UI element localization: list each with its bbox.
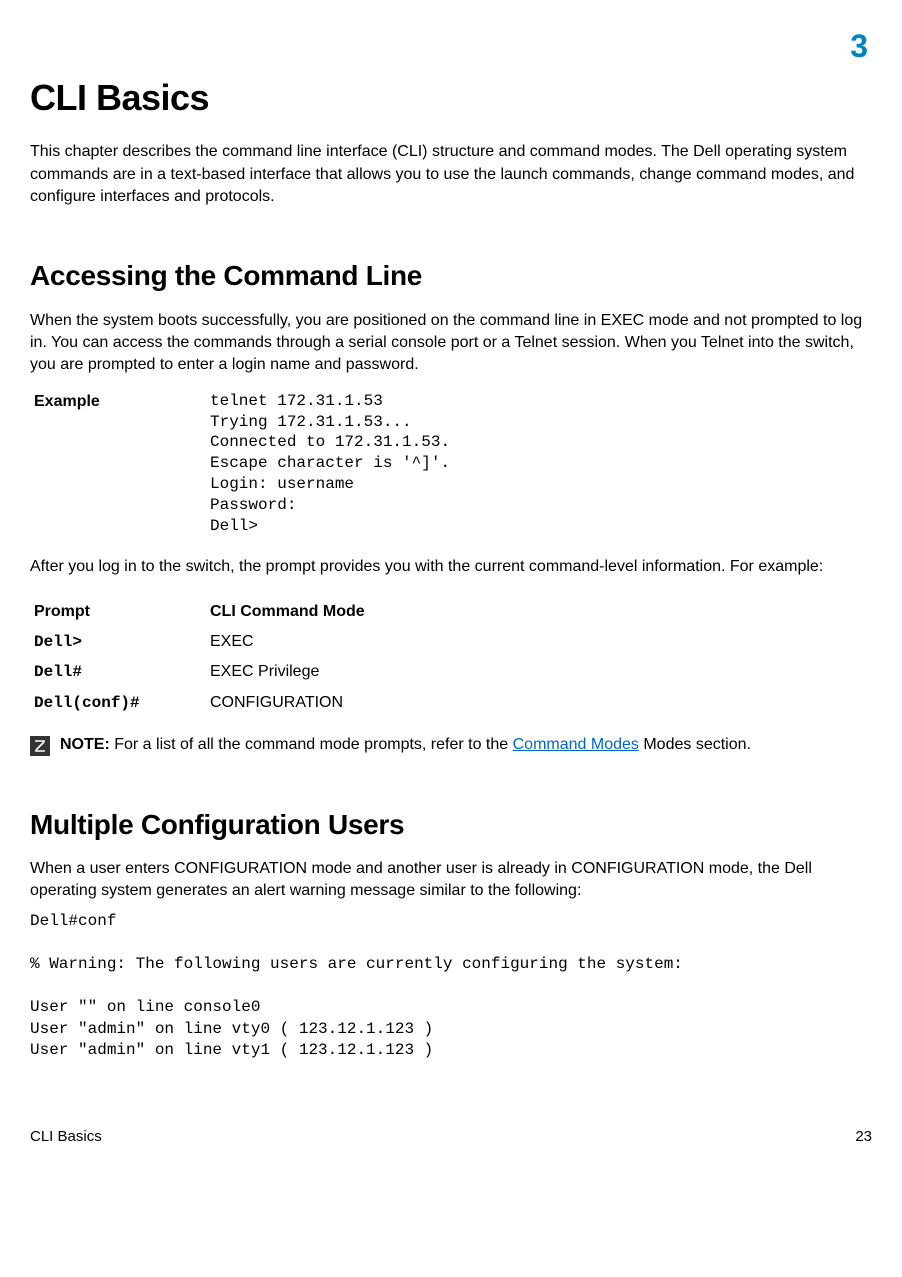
section1-para2: After you log in to the switch, the prom…	[30, 556, 872, 578]
table-header-mode: CLI Command Mode	[210, 601, 872, 623]
command-modes-link[interactable]: Command Modes	[513, 736, 639, 753]
prompt-cell: Dell(conf)#	[30, 692, 210, 714]
mode-cell: CONFIGURATION	[210, 692, 872, 714]
note-before-link: For a list of all the command mode promp…	[110, 736, 513, 753]
table-row: Dell(conf)# CONFIGURATION	[30, 688, 872, 718]
table-header-row: Prompt CLI Command Mode	[30, 597, 872, 627]
prompt-table: Prompt CLI Command Mode Dell> EXEC Dell#…	[30, 597, 872, 719]
table-row: Dell# EXEC Privilege	[30, 657, 872, 687]
footer-page-number: 23	[855, 1126, 872, 1147]
note-block: NOTE: For a list of all the command mode…	[30, 734, 872, 756]
config-users-code: Dell#conf % Warning: The following users…	[30, 911, 872, 1062]
section1-para1: When the system boots successfully, you …	[30, 310, 872, 377]
prompt-cell: Dell>	[30, 631, 210, 653]
note-label: NOTE:	[60, 736, 110, 753]
mode-cell: EXEC	[210, 631, 872, 653]
intro-paragraph: This chapter describes the command line …	[30, 141, 872, 208]
chapter-number: 3	[30, 24, 872, 69]
note-after-link: Modes section.	[639, 736, 751, 753]
example-label: Example	[30, 391, 210, 413]
page-title: CLI Basics	[30, 73, 872, 123]
table-header-prompt: Prompt	[30, 601, 210, 623]
footer-title: CLI Basics	[30, 1126, 102, 1147]
mode-cell: EXEC Privilege	[210, 661, 872, 683]
section-heading-accessing: Accessing the Command Line	[30, 256, 872, 295]
note-icon	[30, 736, 50, 756]
prompt-cell: Dell#	[30, 661, 210, 683]
section-heading-multiple-users: Multiple Configuration Users	[30, 805, 872, 844]
example-code: telnet 172.31.1.53 Trying 172.31.1.53...…	[210, 391, 450, 537]
note-text: NOTE: For a list of all the command mode…	[60, 734, 872, 756]
example-block: Example telnet 172.31.1.53 Trying 172.31…	[30, 391, 872, 537]
table-row: Dell> EXEC	[30, 627, 872, 657]
section2-para1: When a user enters CONFIGURATION mode an…	[30, 858, 872, 903]
page-footer: CLI Basics 23	[30, 1126, 872, 1147]
